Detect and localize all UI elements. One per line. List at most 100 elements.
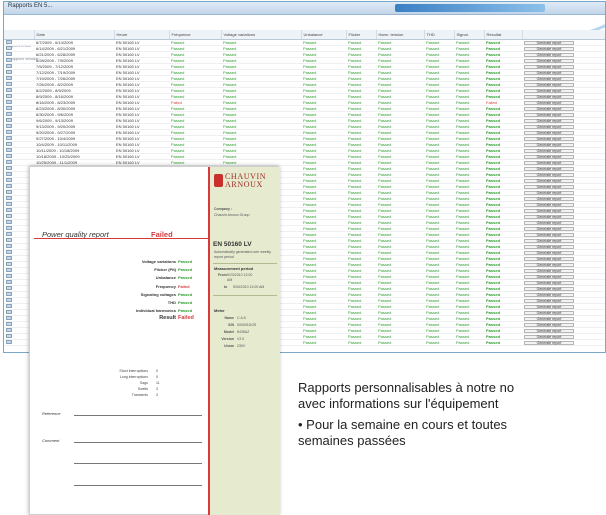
generate-report-button[interactable]: Generate report xyxy=(524,142,574,146)
criterion-label: THD xyxy=(167,299,176,305)
power-quality-report: CHAUVIN ARNOUX Company : Chauvin Arnoux … xyxy=(29,166,280,515)
cell-result: Passed xyxy=(484,339,522,346)
event-label: Long interruptions xyxy=(119,375,148,379)
report-file-icon xyxy=(6,75,12,80)
generate-report-button[interactable]: Generate report xyxy=(524,334,574,338)
report-file-icon xyxy=(6,261,12,266)
generate-report-button[interactable]: Generate report xyxy=(524,112,574,116)
generate-report-button[interactable]: Generate report xyxy=(524,250,574,254)
generate-report-button[interactable]: Generate report xyxy=(524,52,574,56)
criterion-label: Unbalance xyxy=(155,275,176,281)
generate-report-button[interactable]: Generate report xyxy=(524,94,574,98)
criterion-value: Passed xyxy=(178,267,193,273)
generate-report-button[interactable]: Generate report xyxy=(524,166,574,170)
generate-report-button[interactable]: Generate report xyxy=(524,190,574,194)
generate-report-button[interactable]: Generate report xyxy=(524,262,574,266)
generate-report-button[interactable]: Generate report xyxy=(524,178,574,182)
generate-report-button[interactable]: Generate report xyxy=(524,124,574,128)
generate-report-button[interactable]: Generate report xyxy=(524,274,574,278)
report-file-icon xyxy=(6,213,12,218)
report-file-icon xyxy=(6,177,12,182)
generate-report-button[interactable]: Generate report xyxy=(524,82,574,86)
generate-report-button[interactable]: Generate report xyxy=(524,304,574,308)
report-file-icon xyxy=(6,135,12,140)
generate-report-button[interactable]: Generate report xyxy=(524,64,574,68)
generate-report-button[interactable]: Generate report xyxy=(524,280,574,284)
generate-report-button[interactable]: Generate report xyxy=(524,106,574,110)
generate-report-button[interactable]: Generate report xyxy=(524,184,574,188)
meter-serial: 000001DGS xyxy=(237,323,257,327)
caption-line-1: Rapports personnalisables à notre no xyxy=(298,380,515,395)
column-header-flicker[interactable]: Flicker xyxy=(346,30,377,40)
report-file-icon xyxy=(6,45,12,50)
column-header-result[interactable]: Résultat xyxy=(484,30,523,40)
generate-report-button[interactable]: Generate report xyxy=(524,58,574,62)
generate-report-button[interactable]: Generate report xyxy=(524,100,574,104)
generate-report-button[interactable]: Generate report xyxy=(524,214,574,218)
generate-report-button[interactable]: Generate report xyxy=(524,286,574,290)
cell-flk: Passed xyxy=(346,339,376,346)
events-list: Short interruptions 0 Long interruptions 0 S… xyxy=(90,369,190,399)
report-file-icon xyxy=(6,315,12,320)
generate-report-button[interactable]: Generate report xyxy=(524,172,574,176)
comment-field-line-3[interactable] xyxy=(74,485,202,486)
generate-report-button[interactable]: Generate report xyxy=(524,208,574,212)
event-count: 11 xyxy=(156,381,160,385)
generate-report-button[interactable]: Generate report xyxy=(524,118,574,122)
report-file-icon xyxy=(6,147,12,152)
generate-report-button[interactable]: Generate report xyxy=(524,220,574,224)
comment-field-line-2[interactable] xyxy=(74,463,202,464)
generate-report-button[interactable]: Generate report xyxy=(524,196,574,200)
generate-report-button[interactable]: Generate report xyxy=(524,298,574,302)
generate-report-button[interactable]: Generate report xyxy=(524,310,574,314)
report-file-icon xyxy=(6,111,12,116)
column-header-signaling[interactable]: Signal. xyxy=(454,30,485,40)
report-file-icon xyxy=(6,255,12,260)
period-title: Measurement period xyxy=(214,266,254,271)
reference-field[interactable] xyxy=(74,415,202,416)
meter-serial-label: S/N xyxy=(228,323,234,327)
generate-report-button[interactable]: Generate report xyxy=(524,322,574,326)
generate-report-button[interactable]: Generate report xyxy=(524,154,574,158)
generate-report-button[interactable]: Generate report xyxy=(524,340,574,344)
generate-report-button[interactable]: Generate report xyxy=(524,328,574,332)
generate-report-button[interactable]: Generate report xyxy=(524,238,574,242)
column-header-frequency[interactable]: Fréquence xyxy=(169,30,222,40)
column-header-voltage[interactable]: Voltage variations xyxy=(221,30,302,40)
report-file-icon xyxy=(6,309,12,314)
generate-report-button[interactable]: Generate report xyxy=(524,244,574,248)
brand-line-2: ARNOUX xyxy=(225,180,263,189)
criterion-value: Passed xyxy=(178,291,193,297)
report-file-icon xyxy=(6,51,12,56)
generate-report-button[interactable]: Generate report xyxy=(524,88,574,92)
generate-report-button[interactable]: Generate report xyxy=(524,268,574,272)
criterion-label: Individual harmonics xyxy=(135,308,176,314)
generate-report-button[interactable]: Generate report xyxy=(524,136,574,140)
generate-report-button[interactable]: Generate report xyxy=(524,160,574,164)
generate-report-button[interactable]: Generate report xyxy=(524,46,574,50)
brand-name: CHAUVIN ARNOUX xyxy=(225,173,266,189)
event-count: 0 xyxy=(156,375,158,379)
period-from-label: From xyxy=(218,273,227,277)
generate-report-button[interactable]: Generate report xyxy=(524,202,574,206)
column-header-icon xyxy=(4,30,35,40)
period-from-value: 5/23/2010 12:00 AM xyxy=(227,273,253,282)
generate-report-button[interactable]: Generate report xyxy=(524,76,574,80)
column-header-unbalance[interactable]: Unbalance xyxy=(301,30,347,40)
generate-report-button[interactable]: Generate report xyxy=(524,130,574,134)
generate-report-button[interactable]: Generate report xyxy=(524,292,574,296)
column-header-harmonics[interactable]: Harm. tension xyxy=(376,30,425,40)
generate-report-button[interactable]: Generate report xyxy=(524,70,574,74)
generate-report-button[interactable]: Generate report xyxy=(524,148,574,152)
column-header-date[interactable]: Date xyxy=(34,30,115,40)
generate-report-button[interactable]: Generate report xyxy=(524,226,574,230)
report-file-icon xyxy=(6,117,12,122)
generate-report-button[interactable]: Generate report xyxy=(524,256,574,260)
comment-field-line-1[interactable] xyxy=(74,442,202,443)
generate-report-button[interactable]: Generate report xyxy=(524,40,574,44)
column-header-time[interactable]: Heure xyxy=(114,30,170,40)
generate-report-button[interactable]: Generate report xyxy=(524,316,574,320)
titlebar-decoration xyxy=(395,4,545,12)
column-header-thd[interactable]: THD xyxy=(424,30,455,40)
generate-report-button[interactable]: Generate report xyxy=(524,232,574,236)
